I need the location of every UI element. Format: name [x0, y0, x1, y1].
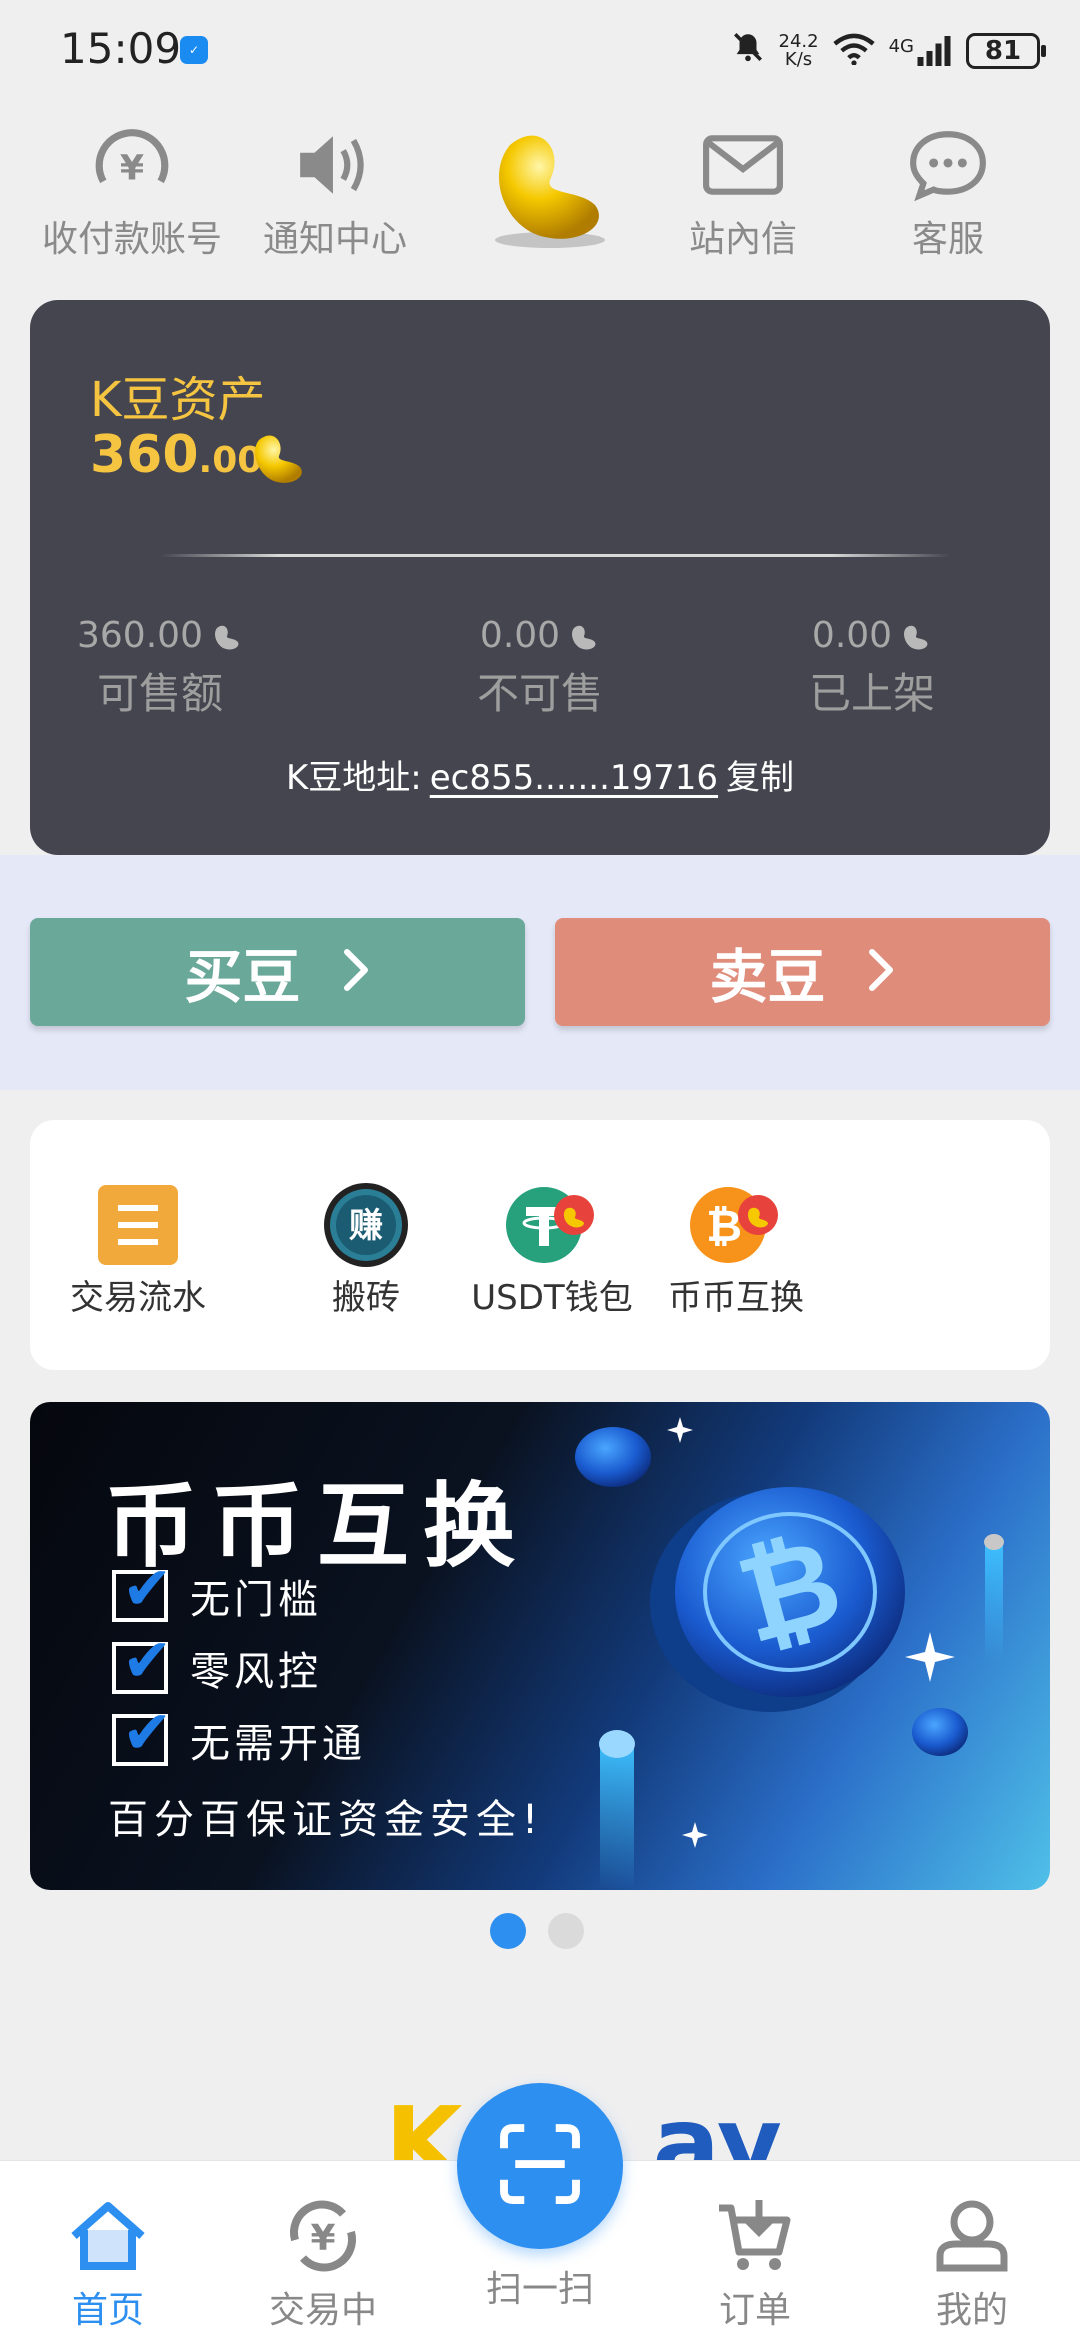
mute-bell-icon	[731, 30, 765, 72]
scan-label: 扫一扫	[485, 2269, 594, 2310]
speaker-icon	[235, 120, 435, 210]
stat-label: 可售额	[96, 669, 223, 718]
status-icons: 24.2 K/s 4G 81	[731, 30, 1046, 72]
quick-item-coin-exchange[interactable]: ₿ 币币互换	[616, 1180, 856, 1319]
stat-value-int: 0	[811, 615, 835, 656]
svg-text:₿: ₿	[706, 1201, 742, 1252]
stat-value-int: 360	[77, 615, 146, 656]
stat-value-int: 0	[479, 615, 503, 656]
net-speed-unit: K/s	[784, 49, 813, 70]
wifi-icon	[832, 33, 875, 69]
mail-icon	[643, 120, 843, 210]
address-value[interactable]: ec855.......19716	[430, 758, 718, 798]
sell-bean-button[interactable]: 卖豆	[555, 918, 1050, 1026]
top-nav-label: 通知中心	[262, 219, 407, 260]
chat-icon	[848, 120, 1048, 210]
grey-bean-icon	[898, 621, 932, 651]
customer-service-button[interactable]: 客服	[848, 120, 1048, 262]
nav-orders[interactable]: 订单	[665, 2191, 845, 2333]
asset-title: K豆资产	[90, 372, 266, 428]
quick-item-label: 币币互换	[668, 1278, 804, 1318]
scan-icon	[495, 2119, 585, 2213]
svg-text:赚: 赚	[349, 1206, 383, 1246]
network-type: 4G	[888, 36, 914, 57]
buy-bean-button[interactable]: 买豆	[30, 918, 525, 1026]
asset-divider	[160, 554, 950, 557]
svg-text:¥: ¥	[310, 2218, 335, 2259]
asset-amount-int: 360	[90, 425, 199, 485]
home-icon	[18, 2191, 198, 2281]
banner-check-label: 零风控	[190, 1649, 322, 1695]
quick-item-transactions[interactable]: 交易流水	[18, 1180, 258, 1319]
nav-label: 首页	[71, 2290, 144, 2331]
banner-check-item: 无门槛	[112, 1554, 472, 1626]
payment-accounts-button[interactable]: ¥ 收付款账号	[32, 120, 232, 262]
stat-sellable: 360.00 可售额	[30, 615, 290, 721]
grey-bean-icon	[566, 621, 600, 651]
banner-check-item: 无需开通	[112, 1698, 472, 1770]
battery-indicator: 81	[966, 33, 1046, 69]
nav-label: 订单	[718, 2290, 791, 2331]
btc-exchange-icon: ₿	[616, 1180, 856, 1270]
promo-banner[interactable]: ₿ 币币互换 无门槛 零风控 无需开通 百分百保证资金安全!	[30, 1402, 1050, 1890]
stat-listed: 0.00 已上架	[742, 615, 1002, 721]
top-nav-label: 站內信	[688, 219, 797, 260]
stat-unsellable: 0.00 不可售	[410, 615, 670, 721]
stat-value-dec: .00	[502, 615, 561, 656]
top-nav-label: 客服	[911, 219, 984, 260]
cell-signal-icon: 4G	[889, 36, 952, 66]
nav-home[interactable]: 首页	[18, 2191, 198, 2333]
banner-check-label: 无需开通	[190, 1721, 366, 1767]
nav-label: 交易中	[268, 2290, 377, 2331]
cart-icon	[665, 2191, 845, 2281]
scan-button[interactable]	[457, 2083, 623, 2249]
chevron-right-icon	[341, 938, 371, 1006]
site-messages-button[interactable]: 站內信	[643, 120, 843, 262]
carousel-dot-active[interactable]	[490, 1913, 526, 1949]
stat-label: 不可售	[476, 669, 603, 718]
carousel-dot[interactable]	[548, 1913, 584, 1949]
yen-icon: ¥	[32, 120, 232, 210]
trading-icon: ¥	[233, 2191, 413, 2281]
notification-app-icon: ✓	[180, 36, 208, 64]
chevron-right-icon	[866, 938, 896, 1006]
status-bar: 15:09 ✓ 24.2 K/s 4G 81	[0, 0, 1080, 100]
quick-item-label: 交易流水	[70, 1278, 206, 1318]
sell-bean-label: 卖豆	[709, 943, 826, 1011]
k-bean-logo[interactable]	[470, 125, 620, 255]
network-speed: 24.2 K/s	[779, 33, 819, 69]
ledger-icon	[18, 1180, 258, 1270]
notification-center-button[interactable]: 通知中心	[235, 120, 435, 262]
checkbox-icon	[112, 1626, 176, 1696]
carousel-dots	[490, 1913, 584, 1949]
nav-profile[interactable]: 我的	[882, 2191, 1062, 2333]
stat-label: 已上架	[808, 669, 935, 718]
checkbox-icon	[112, 1554, 176, 1624]
banner-footer: 百分百保证资金安全!	[108, 1797, 545, 1843]
status-time: 15:09	[60, 24, 182, 73]
gold-bean-icon	[245, 430, 309, 490]
asset-card: K豆资产 360.00 360.00 可售额 0.00 不可售 0.00 已上架…	[30, 300, 1050, 855]
nav-trading[interactable]: ¥ 交易中	[233, 2191, 413, 2333]
banner-check-label: 无门槛	[190, 1577, 322, 1623]
banner-check-item: 零风控	[112, 1626, 472, 1698]
asset-amount: 360.00	[90, 425, 262, 485]
trade-band: 买豆 卖豆	[0, 855, 1080, 1090]
address-line: K豆地址: ec855.......19716 复制	[30, 750, 1050, 799]
stat-value-dec: .00	[145, 615, 203, 656]
buy-bean-label: 买豆	[184, 943, 301, 1011]
stat-value-dec: .00	[834, 615, 893, 656]
address-label: K豆地址:	[285, 758, 422, 798]
top-nav-label: 收付款账号	[41, 219, 222, 260]
checkbox-icon	[112, 1698, 176, 1768]
copy-address-button[interactable]: 复制	[726, 758, 794, 798]
profile-icon	[882, 2191, 1062, 2281]
svg-text:¥: ¥	[120, 148, 144, 188]
quick-menu-card: 交易流水 赚 搬砖 USDT钱包 ₿ 币币互换	[30, 1120, 1050, 1370]
grey-bean-icon	[209, 621, 243, 651]
nav-label: 我的	[935, 2290, 1008, 2331]
